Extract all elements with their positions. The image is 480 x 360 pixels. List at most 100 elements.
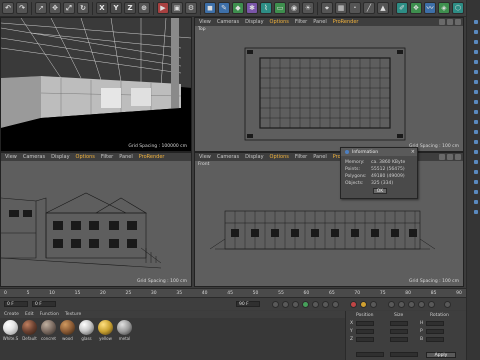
object-row[interactable] bbox=[469, 140, 479, 146]
prev-key-icon[interactable] bbox=[282, 301, 289, 308]
position-x-field[interactable] bbox=[356, 321, 374, 326]
cube-icon[interactable]: ◼ bbox=[204, 2, 216, 14]
pla-key-icon[interactable] bbox=[428, 301, 435, 308]
timeline-ruler[interactable]: 0 5 10 15 20 25 30 35 40 45 50 55 60 65 … bbox=[0, 288, 466, 297]
object-row[interactable] bbox=[469, 190, 479, 196]
object-row[interactable] bbox=[469, 170, 479, 176]
object-row[interactable] bbox=[469, 90, 479, 96]
coords-mode-object-dropdown[interactable] bbox=[356, 352, 384, 357]
array-icon[interactable]: ✱ bbox=[246, 2, 258, 14]
current-frame-field[interactable]: 0 F bbox=[32, 301, 56, 307]
size-y-field[interactable] bbox=[390, 329, 408, 334]
object-row[interactable] bbox=[469, 20, 479, 26]
object-row[interactable] bbox=[469, 130, 479, 136]
dialog-titlebar[interactable]: Information bbox=[341, 148, 417, 156]
select-icon[interactable]: ➚ bbox=[35, 2, 47, 14]
menu-texture[interactable]: Texture bbox=[65, 312, 81, 317]
material-swatch[interactable]: metal bbox=[116, 320, 133, 341]
size-z-field[interactable] bbox=[390, 337, 408, 342]
object-row[interactable] bbox=[469, 100, 479, 106]
redo-icon[interactable]: ↷ bbox=[16, 2, 28, 14]
workplane-icon[interactable]: ▦ bbox=[335, 2, 347, 14]
camera-icon[interactable]: ◉ bbox=[288, 2, 300, 14]
material-swatch[interactable]: wood bbox=[59, 320, 76, 341]
end-frame-field[interactable]: 90 F bbox=[236, 301, 260, 307]
scale-key-icon[interactable] bbox=[398, 301, 405, 308]
snap-icon[interactable]: ⌖ bbox=[321, 2, 333, 14]
viewport-front[interactable]: View Cameras Display Options Filter Pane… bbox=[194, 152, 464, 287]
play-icon[interactable] bbox=[302, 301, 309, 308]
object-row[interactable] bbox=[469, 70, 479, 76]
position-y-field[interactable] bbox=[356, 329, 374, 334]
mograph-icon[interactable]: ⬡ bbox=[452, 2, 464, 14]
material-swatch[interactable]: Default bbox=[21, 320, 38, 341]
pen-icon[interactable]: ✎ bbox=[218, 2, 230, 14]
hair-icon[interactable]: 〰 bbox=[424, 2, 436, 14]
attribute-manager-strip[interactable] bbox=[466, 230, 480, 360]
edges-mode-icon[interactable]: ╱ bbox=[363, 2, 375, 14]
rotation-b-field[interactable] bbox=[426, 337, 444, 342]
viewport-perspective[interactable]: Grid Spacing : 100000 cm bbox=[0, 17, 192, 152]
object-row[interactable] bbox=[469, 80, 479, 86]
viewport-top[interactable]: View Cameras Display Options Filter Pane… bbox=[194, 17, 464, 152]
rotation-key-icon[interactable] bbox=[408, 301, 415, 308]
material-swatch[interactable]: glass bbox=[78, 320, 95, 341]
viewport-right[interactable]: View Cameras Display Options Filter Pane… bbox=[0, 152, 192, 287]
next-frame-icon[interactable] bbox=[312, 301, 319, 308]
object-row[interactable] bbox=[469, 30, 479, 36]
parameter-key-icon[interactable] bbox=[418, 301, 425, 308]
rotation-h-field[interactable] bbox=[426, 321, 444, 326]
go-to-start-icon[interactable] bbox=[272, 301, 279, 308]
next-key-icon[interactable] bbox=[322, 301, 329, 308]
apply-button[interactable]: Apply bbox=[426, 352, 456, 358]
rotate-icon[interactable]: ↻ bbox=[77, 2, 89, 14]
record-icon[interactable] bbox=[350, 301, 357, 308]
object-row[interactable] bbox=[469, 210, 479, 216]
x-axis-icon[interactable]: X bbox=[96, 2, 108, 14]
render-view-icon[interactable]: ▶ bbox=[157, 2, 169, 14]
material-swatch[interactable]: concret bbox=[40, 320, 57, 341]
ok-button[interactable]: OK bbox=[373, 188, 387, 194]
object-row[interactable] bbox=[469, 150, 479, 156]
object-row[interactable] bbox=[469, 160, 479, 166]
prev-frame-icon[interactable] bbox=[292, 301, 299, 308]
object-row[interactable] bbox=[469, 60, 479, 66]
brush-icon[interactable]: ✐ bbox=[396, 2, 408, 14]
y-axis-icon[interactable]: Y bbox=[110, 2, 122, 14]
sculpt-icon[interactable]: ❖ bbox=[410, 2, 422, 14]
points-mode-icon[interactable]: · bbox=[349, 2, 361, 14]
light-icon[interactable]: ☀ bbox=[302, 2, 314, 14]
keyframe-selection-icon[interactable] bbox=[370, 301, 377, 308]
object-row[interactable] bbox=[469, 180, 479, 186]
tag-icon[interactable]: ◈ bbox=[438, 2, 450, 14]
object-manager-strip[interactable] bbox=[466, 0, 480, 230]
undo-icon[interactable]: ↶ bbox=[2, 2, 14, 14]
rotation-p-field[interactable] bbox=[426, 329, 444, 334]
move-icon[interactable]: ✥ bbox=[49, 2, 61, 14]
menu-function[interactable]: Function bbox=[40, 312, 59, 317]
deformer-icon[interactable]: ⌇ bbox=[260, 2, 272, 14]
coords-mode-size-dropdown[interactable] bbox=[390, 352, 418, 357]
menu-edit[interactable]: Edit bbox=[25, 312, 34, 317]
z-axis-icon[interactable]: Z bbox=[124, 2, 136, 14]
floor-icon[interactable]: ▭ bbox=[274, 2, 286, 14]
object-row[interactable] bbox=[469, 120, 479, 126]
material-swatch[interactable]: White.S bbox=[2, 320, 19, 341]
go-to-end-icon[interactable] bbox=[332, 301, 339, 308]
menu-create[interactable]: Create bbox=[4, 312, 19, 317]
size-x-field[interactable] bbox=[390, 321, 408, 326]
polygons-mode-icon[interactable]: ▲ bbox=[377, 2, 389, 14]
position-key-icon[interactable] bbox=[388, 301, 395, 308]
render-settings-icon[interactable]: ⚙ bbox=[185, 2, 197, 14]
start-frame-field[interactable]: 0 F bbox=[4, 301, 28, 307]
position-z-field[interactable] bbox=[356, 337, 374, 342]
scale-icon[interactable]: ⤢ bbox=[63, 2, 75, 14]
subdivision-icon[interactable]: ◆ bbox=[232, 2, 244, 14]
object-row[interactable] bbox=[469, 200, 479, 206]
material-swatch[interactable]: yellow bbox=[97, 320, 114, 341]
autokey-icon[interactable] bbox=[360, 301, 367, 308]
information-dialog[interactable]: Information × Memory: ca. 3860 KByte Poin… bbox=[340, 147, 418, 199]
object-row[interactable] bbox=[469, 40, 479, 46]
timeline-menu-icon[interactable] bbox=[444, 301, 451, 308]
close-icon[interactable]: × bbox=[411, 149, 415, 155]
